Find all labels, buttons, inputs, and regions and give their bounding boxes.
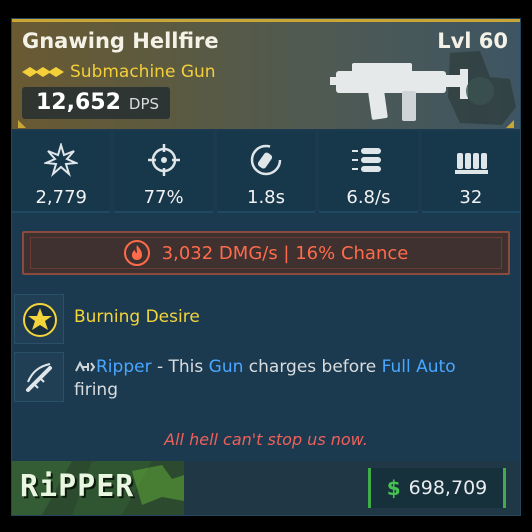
price-value: 698,709 bbox=[408, 477, 488, 499]
weapon-type: Submachine Gun bbox=[70, 62, 216, 82]
perk-icon-frame bbox=[14, 294, 64, 344]
stats-row: 2,779 77% 1.8s 6.8/s 32 bbox=[12, 131, 521, 213]
dps-unit: DPS bbox=[128, 95, 160, 113]
stat-accuracy: 77% bbox=[114, 131, 213, 213]
perk-burning-desire: Burning Desire bbox=[14, 294, 518, 344]
dps-display: 12,652 DPS bbox=[22, 87, 170, 119]
rarity-accent-bar bbox=[12, 19, 520, 22]
manufacturer-logo: RiPPER bbox=[12, 461, 184, 515]
stat-reload-value: 1.8s bbox=[247, 187, 286, 208]
blade-slash-icon bbox=[26, 363, 52, 392]
elemental-damage-bar: 3,032 DMG/s | 16% Chance bbox=[22, 231, 510, 275]
magazine-icon bbox=[454, 153, 488, 174]
damage-burst-icon bbox=[44, 143, 79, 177]
rarity-icon bbox=[22, 67, 64, 77]
perk-description: Ripper - This Gun charges before Full Au… bbox=[74, 356, 504, 402]
ripper-manufacturer-icon bbox=[75, 361, 96, 372]
card-header: Gnawing Hellfire Lvl 60 Submachine Gun 1… bbox=[12, 19, 520, 129]
perk-text-1: - This bbox=[151, 357, 209, 377]
perk-ripper: Ripper - This Gun charges before Full Au… bbox=[14, 352, 518, 412]
dps-value: 12,652 bbox=[36, 90, 121, 115]
perk-keyword-gun: Gun bbox=[208, 357, 244, 377]
weapon-card: Gnawing Hellfire Lvl 60 Submachine Gun 1… bbox=[11, 18, 521, 516]
flavor-text: All hell can't stop us now. bbox=[164, 430, 368, 449]
fire-element-icon bbox=[123, 240, 150, 266]
stat-reload: 1.8s bbox=[216, 131, 316, 213]
stat-accuracy-value: 77% bbox=[143, 187, 184, 208]
perk-title: Burning Desire bbox=[74, 307, 200, 327]
elemental-damage-text: 3,032 DMG/s | 16% Chance bbox=[161, 242, 409, 264]
star-badge-icon bbox=[23, 303, 57, 337]
stat-damage: 2,779 bbox=[12, 131, 111, 213]
currency-icon: $ bbox=[386, 476, 401, 500]
stat-fire-rate-value: 6.8/s bbox=[346, 187, 391, 208]
perk-icon-frame bbox=[14, 352, 64, 402]
stat-fire-rate: 6.8/s bbox=[319, 131, 418, 213]
stat-magazine-value: 32 bbox=[459, 187, 483, 208]
fire-rate-icon bbox=[352, 148, 382, 172]
stat-damage-value: 2,779 bbox=[35, 187, 87, 208]
reload-time-icon bbox=[250, 144, 282, 176]
perk-text-2: charges before bbox=[243, 357, 382, 377]
crosshair-accuracy-icon bbox=[147, 144, 180, 176]
header-corner-left bbox=[18, 120, 26, 128]
price-display: $ 698,709 bbox=[368, 468, 506, 508]
elemental-damage-inner: 3,032 DMG/s | 16% Chance bbox=[30, 237, 502, 269]
rarity-row: Submachine Gun bbox=[22, 62, 216, 82]
perk-keyword-ripper: Ripper bbox=[96, 357, 152, 377]
card-footer: RiPPER $ 698,709 bbox=[12, 461, 520, 515]
weapon-name: Gnawing Hellfire bbox=[22, 29, 219, 53]
perk-text-3: firing bbox=[74, 380, 118, 400]
header-corner-right bbox=[506, 120, 514, 128]
stat-magazine: 32 bbox=[421, 131, 521, 213]
submachine-gun-image bbox=[330, 51, 516, 125]
perk-keyword-full-auto: Full Auto bbox=[381, 357, 456, 377]
manufacturer-name: RiPPER bbox=[20, 469, 135, 504]
